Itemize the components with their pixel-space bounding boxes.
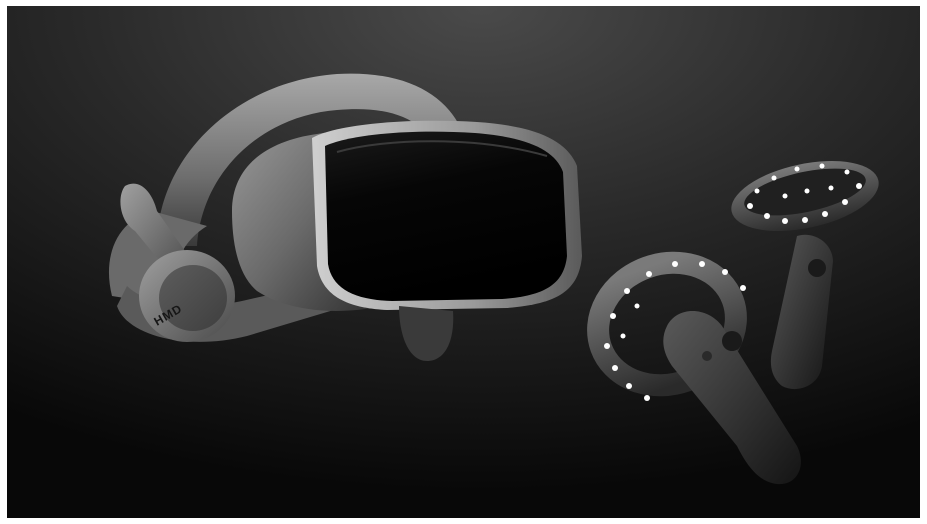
led-point	[822, 211, 828, 217]
led-point	[747, 203, 753, 209]
led-point	[794, 166, 800, 172]
led-point	[722, 269, 728, 275]
image-frame: HMD	[0, 0, 927, 524]
led-point	[782, 218, 788, 224]
led-point	[699, 261, 705, 267]
vr-scene-illustration: HMD	[7, 6, 920, 518]
led-point	[626, 383, 632, 389]
led-point	[610, 313, 616, 319]
led-point	[624, 288, 630, 294]
led-point	[634, 303, 640, 309]
left-controller-button	[702, 351, 712, 361]
led-point	[604, 343, 610, 349]
led-point	[804, 188, 810, 194]
right-thumbstick	[808, 259, 826, 277]
led-point	[856, 183, 862, 189]
led-point	[620, 333, 626, 339]
led-point	[740, 285, 746, 291]
photo-scene: HMD	[7, 6, 920, 518]
led-point	[819, 163, 825, 169]
led-point	[802, 217, 808, 223]
led-point	[754, 188, 760, 194]
led-point	[828, 185, 834, 191]
led-point	[842, 199, 848, 205]
led-point	[646, 271, 652, 277]
led-point	[782, 193, 788, 199]
left-thumbstick	[722, 331, 742, 351]
led-point	[612, 365, 618, 371]
led-point	[844, 169, 850, 175]
led-point	[644, 395, 650, 401]
front-visor	[325, 131, 567, 301]
led-point	[771, 175, 777, 181]
led-point	[764, 213, 770, 219]
led-point	[672, 261, 678, 267]
